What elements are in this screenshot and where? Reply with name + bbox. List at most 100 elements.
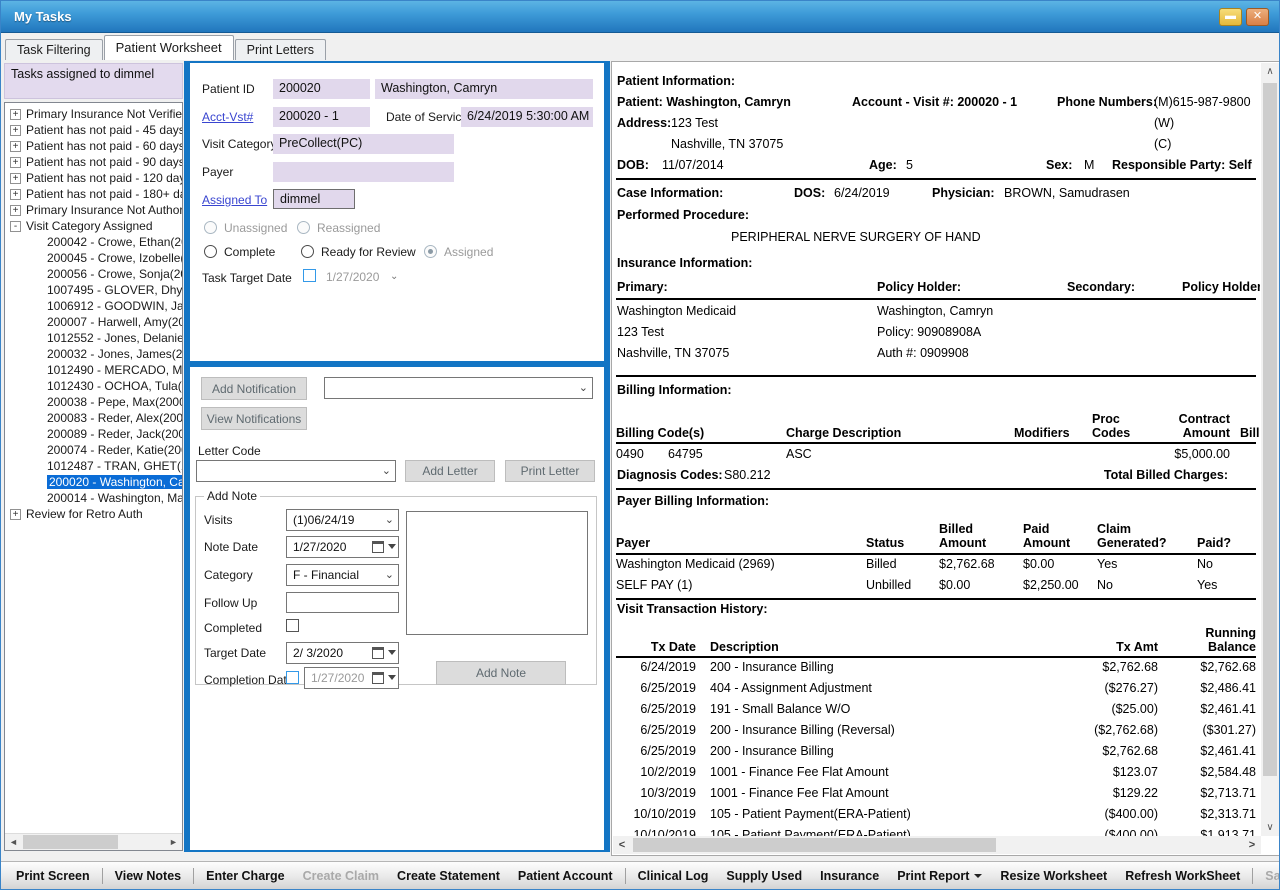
tree-item[interactable]: 200014 - Washington, Ma [5,490,182,506]
letter-code-combo[interactable]: ⌄ [196,460,396,482]
note-text-area[interactable] [406,511,588,635]
tree-item[interactable]: 1007495 - GLOVER, Dhya [5,282,182,298]
tree-item-label[interactable]: Patient has not paid - 180+ da [26,187,182,201]
add-note-button[interactable]: Add Note [436,661,566,685]
tree-item[interactable]: + Patient has not paid - 120 days [5,170,182,186]
radio-complete-label[interactable]: Complete [224,245,275,259]
tree-item-label[interactable]: 200056 - Crowe, Sonja(20 [47,267,182,281]
target-date-picker[interactable]: 2/ 3/2020 [286,642,399,664]
tab-print-letters[interactable]: Print Letters [235,39,326,60]
tree-item-label[interactable]: Patient has not paid - 45 days [26,123,182,137]
tree-item-label[interactable]: 200007 - Harwell, Amy(20 [47,315,182,329]
radio-ready-for-review[interactable] [301,245,314,258]
task-target-date-value[interactable]: 1/27/2020 [326,270,379,284]
toolbar-button[interactable]: Enter Charge [197,865,294,887]
tree-item-label[interactable]: 1007495 - GLOVER, Dhya [47,283,182,297]
assigned-to-link[interactable]: Assigned To [202,193,267,207]
tree-item[interactable]: 200032 - Jones, James(20 [5,346,182,362]
tree-item-label[interactable]: 200038 - Pepe, Max(2000 [47,395,182,409]
category-combo[interactable]: F - Financial⌄ [286,564,399,586]
visits-combo[interactable]: (1)06/24/19⌄ [286,509,399,531]
tree-item[interactable]: 200042 - Crowe, Ethan(200 [5,234,182,250]
completion-date-picker[interactable]: 1/27/2020 [304,667,399,689]
assigned-to-field[interactable]: dimmel [273,189,355,209]
add-letter-button[interactable]: Add Letter [405,460,495,482]
tree-item-label[interactable]: 200045 - Crowe, Izobelle(2 [47,251,182,265]
tree-item[interactable]: 200074 - Reder, Katie(200 [5,442,182,458]
tree-item-label[interactable]: Patient has not paid - 120 days [26,171,182,185]
tree-expander-icon[interactable]: + [10,205,21,216]
tree-expander-icon[interactable]: + [10,125,21,136]
radio-complete[interactable] [204,245,217,258]
tree-item-label[interactable]: Patient has not paid - 90 days [26,155,182,169]
worksheet-horizontal-scrollbar[interactable]: < > [613,836,1261,854]
tree-expander-icon[interactable]: + [10,157,21,168]
toolbar-button[interactable]: View Notes [106,865,190,887]
completed-checkbox[interactable] [286,619,299,632]
tree-expander-icon[interactable]: - [10,221,21,232]
tree-item-label[interactable]: 200020 - Washington, Ca [47,475,182,489]
scroll-thumb[interactable] [633,838,996,852]
tree-item-label[interactable]: 1012487 - TRAN, GHET(1 [47,459,182,473]
follow-up-input[interactable] [286,592,399,613]
toolbar-button[interactable]: Insurance [811,865,888,887]
tree-expander-icon[interactable]: + [10,173,21,184]
scroll-left-icon[interactable]: < [613,836,631,854]
tree-item[interactable]: 1006912 - GOODWIN, Jas [5,298,182,314]
toolbar-button[interactable]: Clinical Log [629,865,718,887]
toolbar-button[interactable]: Create Claim [294,865,388,887]
toolbar-button[interactable]: Patient Account [509,865,622,887]
scroll-thumb[interactable] [23,835,118,849]
toolbar-button[interactable]: Resize Worksheet [991,865,1116,887]
tab-patient-worksheet[interactable]: Patient Worksheet [104,35,234,60]
scroll-up-icon[interactable]: ∧ [1261,63,1279,80]
tree-item[interactable]: + Patient has not paid - 45 days [5,122,182,138]
tree-item-label[interactable]: 200074 - Reder, Katie(200 [47,443,182,457]
tree-item[interactable]: 200045 - Crowe, Izobelle(2 [5,250,182,266]
tree-item[interactable]: 200056 - Crowe, Sonja(20 [5,266,182,282]
toolbar-button[interactable]: Refresh WorkSheet [1116,865,1249,887]
print-letter-button[interactable]: Print Letter [505,460,595,482]
radio-ready-for-review-label[interactable]: Ready for Review [321,245,416,259]
tree-item[interactable]: 1012487 - TRAN, GHET(1 [5,458,182,474]
tree-item[interactable]: 1012490 - MERCADO, M [5,362,182,378]
tree-item[interactable]: + Patient has not paid - 180+ da [5,186,182,202]
tree-item-label[interactable]: 1006912 - GOODWIN, Jas [47,299,182,313]
tree-item[interactable]: + Patient has not paid - 60 days [5,138,182,154]
scroll-left-icon[interactable]: ◄ [5,834,22,850]
tree-item-label[interactable]: 1012490 - MERCADO, M [47,363,182,377]
toolbar-button[interactable]: Print Report [888,865,991,887]
completion-date-checkbox[interactable] [286,671,299,684]
tree-item[interactable]: 1012430 - OCHOA, Tula(1 [5,378,182,394]
scroll-down-icon[interactable]: ∨ [1261,819,1279,836]
toolbar-button[interactable]: Print Screen [7,865,99,887]
tab-task-filtering[interactable]: Task Filtering [5,39,103,60]
tree-item[interactable]: 200083 - Reder, Alex(200 [5,410,182,426]
toolbar-button[interactable]: Save [1256,865,1280,887]
tree-item-label[interactable]: 1012552 - Jones, Delanie( [47,331,182,345]
note-date-picker[interactable]: 1/27/2020 [286,536,399,558]
acct-vst-link[interactable]: Acct-Vst# [202,110,253,124]
task-target-date-checkbox[interactable] [303,269,316,282]
tree-item-label[interactable]: 200032 - Jones, James(20 [47,347,182,361]
scroll-thumb[interactable] [1263,83,1277,776]
add-notification-button[interactable]: Add Notification [201,377,307,400]
tree-item[interactable]: + Primary Insurance Not Authori [5,202,182,218]
tree-item[interactable]: 200007 - Harwell, Amy(20 [5,314,182,330]
tree-expander-icon[interactable]: + [10,189,21,200]
toolbar-button[interactable]: Create Statement [388,865,509,887]
tree-expander-icon[interactable]: + [10,509,21,520]
notification-combo[interactable]: ⌄ [324,377,593,399]
tree-item-label[interactable]: Primary Insurance Not Verified [26,107,182,121]
tree-horizontal-scrollbar[interactable]: ◄ ► [5,833,182,850]
view-notifications-button[interactable]: View Notifications [201,407,307,430]
tree-item[interactable]: 1012552 - Jones, Delanie( [5,330,182,346]
tree-item-label[interactable]: 200042 - Crowe, Ethan(200 [47,235,182,249]
tree-item-label[interactable]: 200083 - Reder, Alex(200 [47,411,182,425]
tree-item-label[interactable]: 200089 - Reder, Jack(200 [47,427,182,441]
tree-item[interactable]: + Patient has not paid - 90 days [5,154,182,170]
tree-item[interactable]: 200038 - Pepe, Max(2000 [5,394,182,410]
task-target-date-dropdown-icon[interactable]: ⌄ [390,271,398,282]
tree-item[interactable]: 200089 - Reder, Jack(200 [5,426,182,442]
worksheet-vertical-scrollbar[interactable]: ∧ ∨ [1261,63,1279,836]
